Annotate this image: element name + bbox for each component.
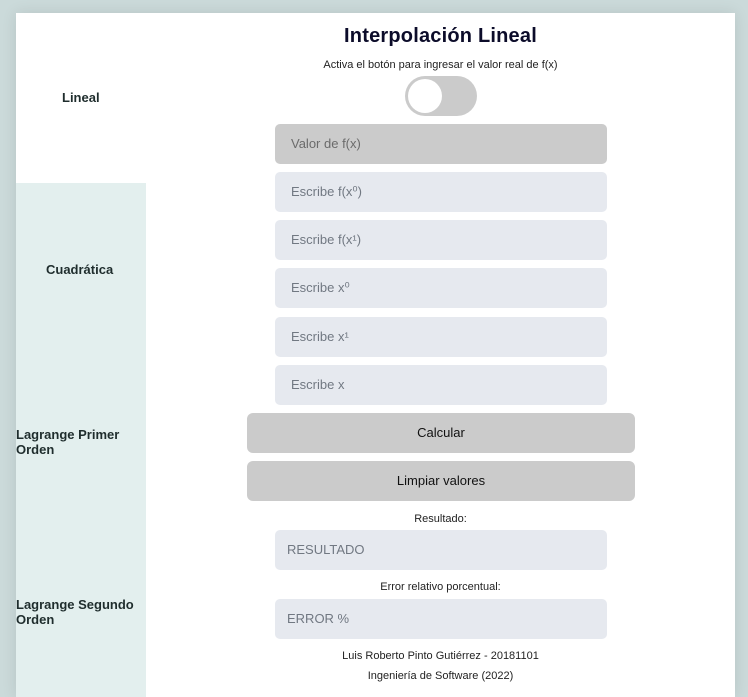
sidebar-item-cuadratica[interactable]: Cuadrática bbox=[16, 183, 146, 354]
sidebar-item-lagrange-segundo-orden[interactable]: Lagrange Segundo Orden bbox=[16, 525, 146, 697]
footer-program: Ingeniería de Software (2022) bbox=[367, 670, 514, 682]
fx0-input[interactable]: Escribe f(x⁰) bbox=[275, 172, 607, 212]
result-label: Resultado: bbox=[414, 513, 467, 525]
footer-author: Luis Roberto Pinto Gutiérrez - 20181101 bbox=[342, 650, 539, 662]
sidebar-item-label: Cuadrática bbox=[46, 262, 114, 277]
fx0-placeholder: Escribe f(x⁰) bbox=[291, 184, 362, 199]
clear-button[interactable]: Limpiar valores bbox=[247, 461, 635, 501]
sidebar-item-lagrange-primer-orden[interactable]: Lagrange Primer Orden bbox=[16, 354, 146, 525]
sidebar-item-label: Lineal bbox=[62, 90, 100, 105]
sidebar-item-label: Lagrange Primer Orden bbox=[16, 427, 120, 457]
error-value: ERROR % bbox=[287, 611, 350, 626]
real-value-toggle[interactable] bbox=[405, 76, 477, 116]
x1-placeholder: Escribe x¹ bbox=[291, 329, 349, 344]
sidebar-item-label: Lagrange Segundo Orden bbox=[16, 597, 134, 627]
main-panel: Interpolación Lineal Activa el botón par… bbox=[146, 13, 735, 697]
toggle-knob bbox=[408, 79, 442, 113]
sidebar-item-lineal[interactable]: Lineal bbox=[16, 13, 146, 183]
x-input[interactable]: Escribe x bbox=[275, 365, 607, 405]
error-label: Error relativo porcentual: bbox=[380, 581, 501, 593]
page-title: Interpolación Lineal bbox=[344, 25, 537, 47]
x0-input[interactable]: Escribe x⁰ bbox=[275, 268, 607, 308]
result-output: RESULTADO bbox=[275, 530, 607, 570]
calculate-button[interactable]: Calcular bbox=[247, 413, 635, 453]
toggle-hint: Activa el botón para ingresar el valor r… bbox=[323, 59, 558, 71]
error-output: ERROR % bbox=[275, 599, 607, 639]
fx1-input[interactable]: Escribe f(x¹) bbox=[275, 220, 607, 260]
real-fx-input[interactable]: Valor de f(x) bbox=[275, 124, 607, 164]
sidebar: Lineal Cuadrática Lagrange Primer Orden … bbox=[16, 13, 146, 697]
result-value: RESULTADO bbox=[287, 542, 365, 557]
app-card: Lineal Cuadrática Lagrange Primer Orden … bbox=[16, 13, 735, 697]
x-placeholder: Escribe x bbox=[291, 377, 345, 392]
x0-placeholder: Escribe x⁰ bbox=[291, 280, 350, 295]
fx1-placeholder: Escribe f(x¹) bbox=[291, 232, 362, 247]
real-fx-placeholder: Valor de f(x) bbox=[291, 136, 361, 151]
x1-input[interactable]: Escribe x¹ bbox=[275, 317, 607, 357]
